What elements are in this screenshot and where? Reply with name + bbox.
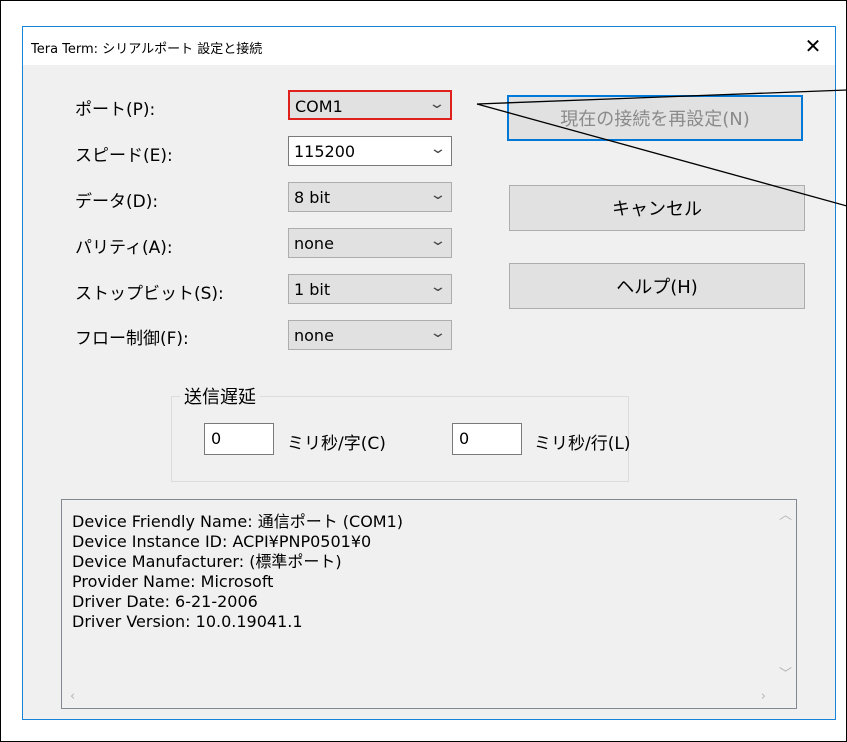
scroll-right-icon[interactable]: › <box>761 689 766 704</box>
serial-port-dialog: Tera Term: シリアルポート 設定と接続 ✕ ポート(P): スピード(… <box>22 26 836 720</box>
chevron-down-icon: ⌄ <box>428 96 446 112</box>
parity-label: パリティ(A): <box>75 238 173 258</box>
chevron-down-icon: ⌄ <box>429 233 447 249</box>
cancel-button[interactable]: キャンセル <box>509 185 805 231</box>
chevron-down-icon: ⌄ <box>429 187 447 203</box>
port-label: ポート(P): <box>75 100 156 120</box>
parity-value: none <box>294 234 334 253</box>
chevron-down-icon: ⌄ <box>429 325 447 341</box>
data-bits-select[interactable]: 8 bit ⌄ <box>288 182 452 212</box>
speed-select[interactable]: 115200 ⌄ <box>288 136 452 166</box>
close-button[interactable]: ✕ <box>791 27 835 65</box>
scroll-left-icon[interactable]: ‹ <box>70 689 75 704</box>
device-info-line: Provider Name: Microsoft <box>72 572 274 591</box>
device-info-line: Device Instance ID: ACPI¥PNP0501¥0 <box>72 532 372 551</box>
device-info-line: Driver Version: 10.0.19041.1 <box>72 612 303 631</box>
scroll-down-icon[interactable]: ﹀ <box>779 663 792 682</box>
device-info-line: Device Friendly Name: 通信ポート (COM1) <box>72 512 404 531</box>
close-icon: ✕ <box>804 34 822 58</box>
speed-value: 115200 <box>294 142 356 161</box>
horizontal-scrollbar[interactable]: ‹ › <box>62 686 774 708</box>
device-info-line: Driver Date: 6-21-2006 <box>72 592 258 611</box>
port-select[interactable]: COM1 ⌄ <box>288 90 452 120</box>
window-title: Tera Term: シリアルポート 設定と接続 <box>31 42 263 57</box>
speed-label: スピード(E): <box>75 146 173 166</box>
chevron-down-icon: ⌄ <box>429 141 447 157</box>
transmit-delay-group: 送信遅延 0 ミリ秒/字(C) 0 ミリ秒/行(L) <box>171 383 631 482</box>
title-bar: Tera Term: シリアルポート 設定と接続 ✕ <box>23 27 835 65</box>
char-delay-input[interactable]: 0 <box>204 423 274 455</box>
line-delay-unit: ミリ秒/行(L) <box>534 434 631 454</box>
stop-bits-value: 1 bit <box>294 280 331 299</box>
parity-select[interactable]: none ⌄ <box>288 228 452 258</box>
flow-control-select[interactable]: none ⌄ <box>288 320 452 350</box>
reconnect-button[interactable]: 現在の接続を再設定(N) <box>507 95 803 141</box>
flow-control-value: none <box>294 326 334 345</box>
transmit-delay-title: 送信遅延 <box>180 383 260 409</box>
port-value: COM1 <box>295 97 343 116</box>
stop-bits-select[interactable]: 1 bit ⌄ <box>288 274 452 304</box>
chevron-down-icon: ⌄ <box>429 279 447 295</box>
device-info-box[interactable]: Device Friendly Name: 通信ポート (COM1) Devic… <box>61 499 797 709</box>
scroll-up-icon[interactable]: ︿ <box>779 504 792 523</box>
help-button[interactable]: ヘルプ(H) <box>509 263 805 309</box>
char-delay-unit: ミリ秒/字(C) <box>287 434 386 454</box>
data-bits-value: 8 bit <box>294 188 331 207</box>
stop-bits-label: ストップビット(S): <box>75 284 224 304</box>
flow-control-label: フロー制御(F): <box>75 329 189 349</box>
line-delay-input[interactable]: 0 <box>452 423 522 455</box>
data-label: データ(D): <box>75 192 159 212</box>
vertical-scrollbar[interactable]: ︿ ﹀ <box>774 500 796 686</box>
device-info-line: Device Manufacturer: (標準ポート) <box>72 552 342 571</box>
